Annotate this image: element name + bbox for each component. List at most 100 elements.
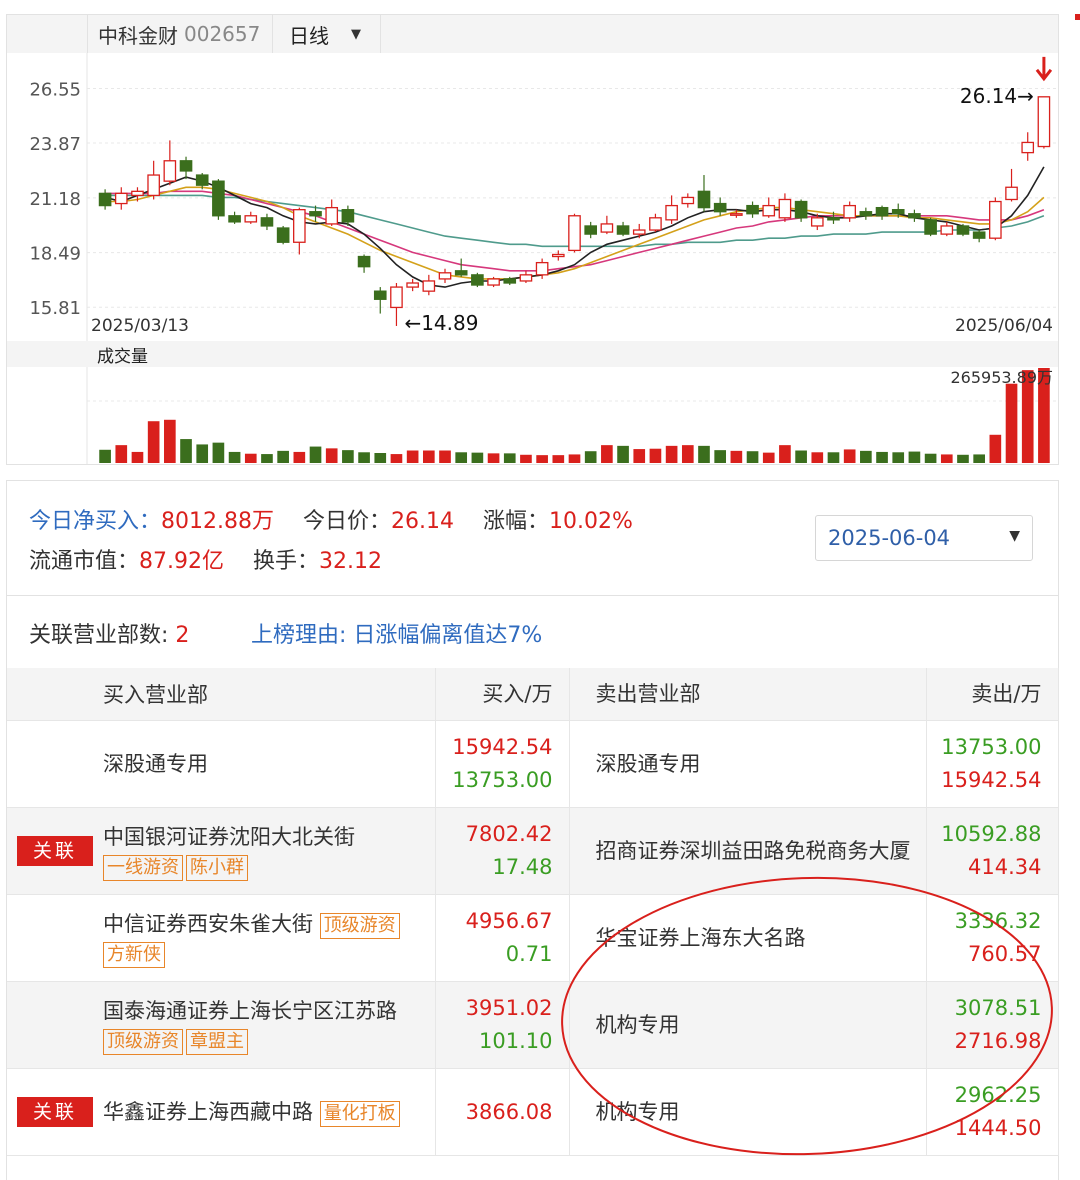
header-buy-amount: 买入/万 <box>435 668 570 721</box>
volume-bar <box>746 451 759 463</box>
candle-body <box>859 211 873 217</box>
buy-amount: 4956.67 <box>465 909 553 933</box>
candlestick-chart[interactable]: 26.55 23.87 21.18 18.49 15.81 26.14→ ←14.89 202… <box>7 53 1058 464</box>
candle-body <box>163 160 177 182</box>
buy-amount: 3866.08 <box>465 1099 553 1124</box>
candle-body <box>730 213 743 216</box>
buy-branch-name[interactable]: 中国银河证券沈阳大北关街 <box>103 821 435 854</box>
buy-branch-name[interactable]: 中信证券西安朱雀大街 <box>103 912 313 936</box>
volume-bar <box>536 455 548 463</box>
chart-header: 中科金财 002657 日线 ▼ <box>7 15 1058 54</box>
candle-body <box>989 200 1002 239</box>
volume-bar <box>552 455 565 463</box>
candle-body <box>373 290 387 300</box>
candle-body <box>244 215 258 223</box>
volume-max-label: 265953.89万 <box>950 368 1053 387</box>
candle-body <box>778 198 792 219</box>
y-tick-label: 23.87 <box>29 134 81 155</box>
market-cap-label: 流通市值： <box>29 549 140 574</box>
volume-bar <box>681 445 694 463</box>
volume-bar <box>99 449 111 463</box>
candle-body <box>875 206 889 217</box>
volume-bar <box>374 453 387 463</box>
volume-bar <box>714 450 727 463</box>
volume-bar <box>698 445 710 463</box>
chevron-down-icon: ▼ <box>351 26 361 42</box>
turnover-label: 换手： <box>253 549 320 574</box>
candle-body <box>147 174 160 197</box>
volume-bar <box>665 445 678 463</box>
volume-bar <box>633 449 646 463</box>
price-value: 26.14 <box>391 509 454 534</box>
sell-amount-of-buyer: 13753.00 <box>452 768 553 792</box>
sell-branch-name[interactable]: 招商证券深圳益田路免税商务大厦 <box>596 839 911 863</box>
candle-body <box>681 196 695 205</box>
volume-bar <box>455 452 468 463</box>
association-section: 关联营业部数: 2 上榜理由: 日涨幅偏离值达7% <box>7 595 1058 669</box>
trader-tag[interactable]: 方新侠 <box>103 942 165 968</box>
volume-bar <box>908 451 921 463</box>
stock-name: 中科金财 <box>98 23 178 48</box>
volume-bar <box>520 454 532 463</box>
trader-tag[interactable]: 章盟主 <box>186 1029 248 1055</box>
candle-body <box>179 160 193 172</box>
candle-body <box>357 255 371 268</box>
date-dropdown[interactable]: 2025-06-04 ▼ <box>815 515 1033 561</box>
volume-bar <box>471 452 484 463</box>
volume-bar <box>406 450 419 463</box>
volume-bar <box>293 451 306 463</box>
volume-bar <box>358 452 370 463</box>
buy-branch-name[interactable]: 华鑫证券上海西藏中路 <box>103 1100 313 1124</box>
candle-body <box>131 190 144 197</box>
stock-selector[interactable]: 中科金财 002657 <box>87 15 273 53</box>
summary-section: 今日净买入：8012.88万 今日价：26.14 涨幅：10.02% 流通市值：… <box>7 481 1058 596</box>
volume-bar <box>261 454 273 463</box>
volume-bar <box>584 451 597 463</box>
volume-bar <box>568 454 581 463</box>
volume-bar <box>617 445 629 463</box>
candle-body <box>454 270 468 276</box>
y-tick-label: 15.81 <box>29 298 81 319</box>
trader-tag[interactable]: 一线游资 <box>103 855 183 881</box>
low-price-label: ←14.89 <box>404 311 478 335</box>
buy-amount-of-seller: 15942.54 <box>941 768 1042 792</box>
volume-bar <box>973 454 985 463</box>
period-dropdown[interactable]: 日线 ▼ <box>275 15 381 53</box>
candle-body <box>535 261 549 276</box>
candle-body <box>713 202 727 213</box>
sell-amount: 13753.00 <box>941 735 1042 759</box>
sell-amount-of-buyer: 17.48 <box>492 855 553 879</box>
y-tick-label: 18.49 <box>29 244 81 265</box>
candle-body <box>114 192 128 205</box>
candle-body <box>406 282 419 288</box>
table-row[interactable]: 深股通专用 15942.54 13753.00 深股通专用 13753.00 159… <box>7 720 1059 808</box>
sell-branch-name[interactable]: 深股通专用 <box>596 752 701 776</box>
volume-bar <box>180 439 192 463</box>
volume-bar <box>989 434 1002 463</box>
buy-amount: 15942.54 <box>452 735 553 759</box>
candle-body <box>1021 141 1035 154</box>
candle-body <box>325 206 339 225</box>
volume-bar <box>244 453 257 463</box>
trader-tag[interactable]: 顶级游资 <box>103 1029 183 1055</box>
volume-bar <box>439 450 451 463</box>
header-sell-amount: 卖出/万 <box>926 668 1059 721</box>
candle-body <box>810 217 824 227</box>
buy-branch-name[interactable]: 国泰海通证券上海长宁区江苏路 <box>103 995 435 1028</box>
volume-label: 成交量 <box>87 341 169 367</box>
volume-bar <box>325 448 338 463</box>
candle-body <box>551 253 565 258</box>
trader-tag[interactable]: 顶级游资 <box>319 913 400 939</box>
volume-bar <box>487 453 500 463</box>
candle-body <box>891 209 905 215</box>
candle-body <box>600 223 614 233</box>
candle-body <box>260 217 274 227</box>
sell-amount: 10592.88 <box>941 822 1042 846</box>
trader-tag[interactable]: 陈小群 <box>186 855 248 881</box>
candle-body <box>956 225 970 235</box>
candle-body <box>924 219 937 235</box>
volume-bar <box>860 450 872 463</box>
trader-tag[interactable]: 量化打板 <box>319 1100 400 1127</box>
candle-body <box>212 180 225 217</box>
buy-branch-name[interactable]: 深股通专用 <box>103 752 208 776</box>
